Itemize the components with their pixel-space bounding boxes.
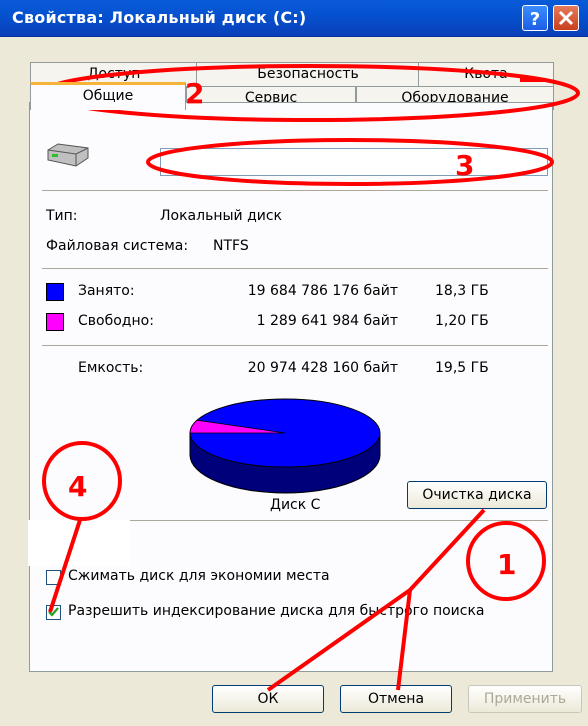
hard-drive-icon: [47, 143, 89, 167]
close-icon: [558, 10, 574, 26]
compress-checkbox[interactable]: [46, 570, 61, 585]
disk-usage-pie-chart: [189, 398, 381, 494]
used-size: 18,3 ГБ: [435, 283, 489, 299]
properties-window: Свойства: Локальный диск (C:) ? Доступ Б…: [0, 0, 588, 726]
tab-general[interactable]: Общие: [30, 82, 186, 110]
free-bytes: 1 289 641 984 байт: [256, 313, 398, 329]
help-button[interactable]: ?: [522, 5, 548, 31]
free-space-swatch: [46, 313, 64, 331]
checkmark-icon: [48, 607, 59, 617]
tab-quota[interactable]: Квота: [418, 62, 554, 86]
separator: [42, 268, 548, 269]
close-button[interactable]: [553, 5, 579, 31]
apply-button[interactable]: Применить: [468, 685, 582, 713]
free-size: 1,20 ГБ: [435, 313, 489, 329]
general-tab-panel: [29, 102, 553, 672]
compress-checkbox-label[interactable]: Сжимать диск для экономии места: [68, 568, 330, 584]
capacity-size: 19,5 ГБ: [435, 360, 489, 376]
window-title: Свойства: Локальный диск (C:): [12, 8, 307, 27]
separator: [42, 345, 548, 346]
tab-security[interactable]: Безопасность: [196, 62, 420, 86]
question-icon: ?: [530, 9, 540, 30]
disk-name-label: Диск C: [270, 497, 321, 513]
volume-label-input[interactable]: [160, 148, 548, 176]
filesystem-label: Файловая система:: [46, 238, 189, 254]
used-bytes: 19 684 786 176 байт: [247, 283, 398, 299]
index-checkbox[interactable]: [46, 605, 61, 620]
index-checkbox-label[interactable]: Разрешить индексирование диска для быстр…: [68, 603, 485, 619]
disk-cleanup-button[interactable]: Очистка диска: [407, 481, 547, 509]
type-label: Тип:: [46, 208, 78, 224]
tab-strip: Доступ Безопасность Квота Общие Сервис О…: [0, 36, 588, 110]
filesystem-value: NTFS: [213, 238, 249, 254]
svg-text:?: ?: [530, 9, 540, 30]
capacity-bytes: 20 974 428 160 байт: [247, 360, 398, 376]
free-label: Свободно:: [78, 313, 154, 329]
used-space-swatch: [46, 283, 64, 301]
title-bar[interactable]: Свойства: Локальный диск (C:) ?: [0, 0, 588, 37]
cancel-button[interactable]: Отмена: [340, 685, 452, 713]
blank-area: [28, 520, 130, 566]
separator: [42, 190, 548, 191]
used-label: Занято:: [78, 283, 135, 299]
ok-button[interactable]: ОК: [212, 685, 324, 713]
type-value: Локальный диск: [160, 208, 283, 224]
capacity-label: Емкость:: [78, 360, 144, 376]
